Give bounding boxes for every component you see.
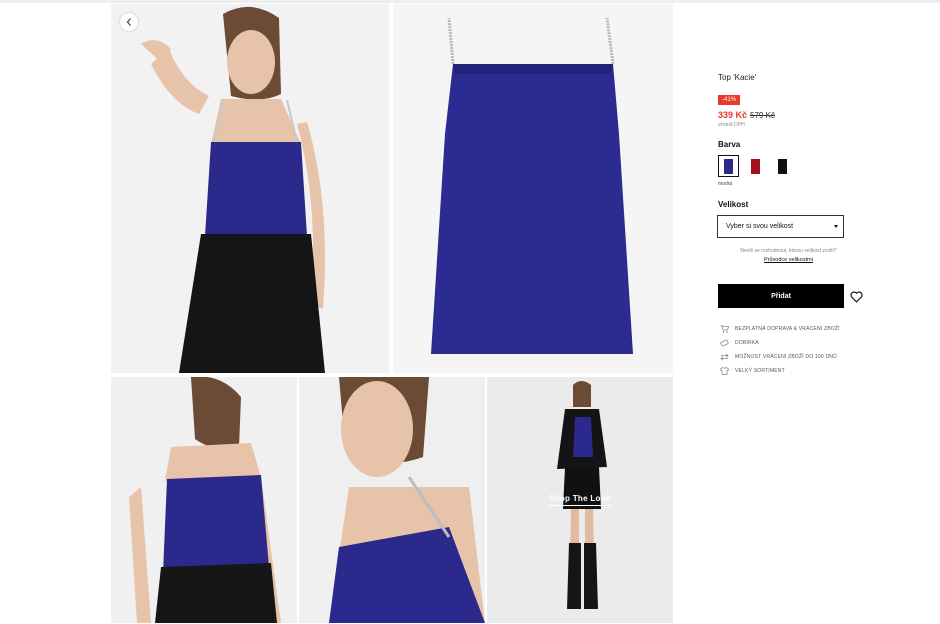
benefit-assortment: VELKÝ SORTIMENT: [719, 362, 785, 380]
swatch-fill: [724, 158, 733, 174]
product-photo-model-back[interactable]: [111, 377, 297, 623]
size-select[interactable]: Vyber si svou velikost: [717, 215, 844, 238]
color-label: Barva: [718, 140, 741, 149]
color-swatch-red[interactable]: [745, 155, 766, 177]
color-swatch-black[interactable]: [772, 155, 793, 177]
shirt-icon: [719, 362, 730, 380]
product-title: Top 'Kacie': [718, 73, 757, 82]
discount-badge: -41%: [718, 95, 741, 105]
add-to-cart-button[interactable]: Přidat: [718, 284, 844, 308]
caret-down-icon: [834, 225, 838, 228]
product-photo-packshot[interactable]: [393, 4, 673, 373]
size-help-text: Nevíš se rozhodnout, kterou velikost zvo…: [740, 248, 837, 254]
size-label: Velikost: [718, 200, 749, 209]
swatch-fill: [778, 158, 787, 174]
product-photo-closeup[interactable]: [299, 377, 485, 623]
size-select-value: Vyber si svou velikost: [726, 223, 794, 230]
shop-the-look-link[interactable]: Shop The Look: [549, 494, 611, 506]
benefit-text: MOŽNOST VRÁCENÍ ZBOŽÍ DO 100 DNŮ: [735, 354, 837, 360]
back-arrow-button[interactable]: [120, 13, 138, 31]
vat-note: včetně DPH.: [718, 122, 747, 128]
color-swatch-blue[interactable]: [718, 155, 739, 177]
top-divider: [0, 0, 940, 3]
price-original: 579 Kč: [750, 111, 775, 120]
product-photo-model-front[interactable]: [111, 4, 389, 373]
swatch-fill: [751, 158, 760, 174]
size-guide-link[interactable]: Průvodce velikostmi: [764, 257, 813, 263]
benefit-text: VELKÝ SORTIMENT: [735, 368, 785, 374]
benefit-text: DOBÍRKA: [735, 340, 759, 346]
selected-color-name: modrá: [718, 181, 733, 187]
benefit-text: BEZPLATNÁ DOPRAVA & VRÁCENÍ ZBOŽÍ: [735, 326, 840, 332]
add-button-label: Přidat: [771, 292, 791, 300]
chevron-left-icon: [126, 13, 132, 31]
price-current: 339 Kč: [718, 110, 748, 120]
wishlist-heart-icon[interactable]: [850, 290, 863, 308]
